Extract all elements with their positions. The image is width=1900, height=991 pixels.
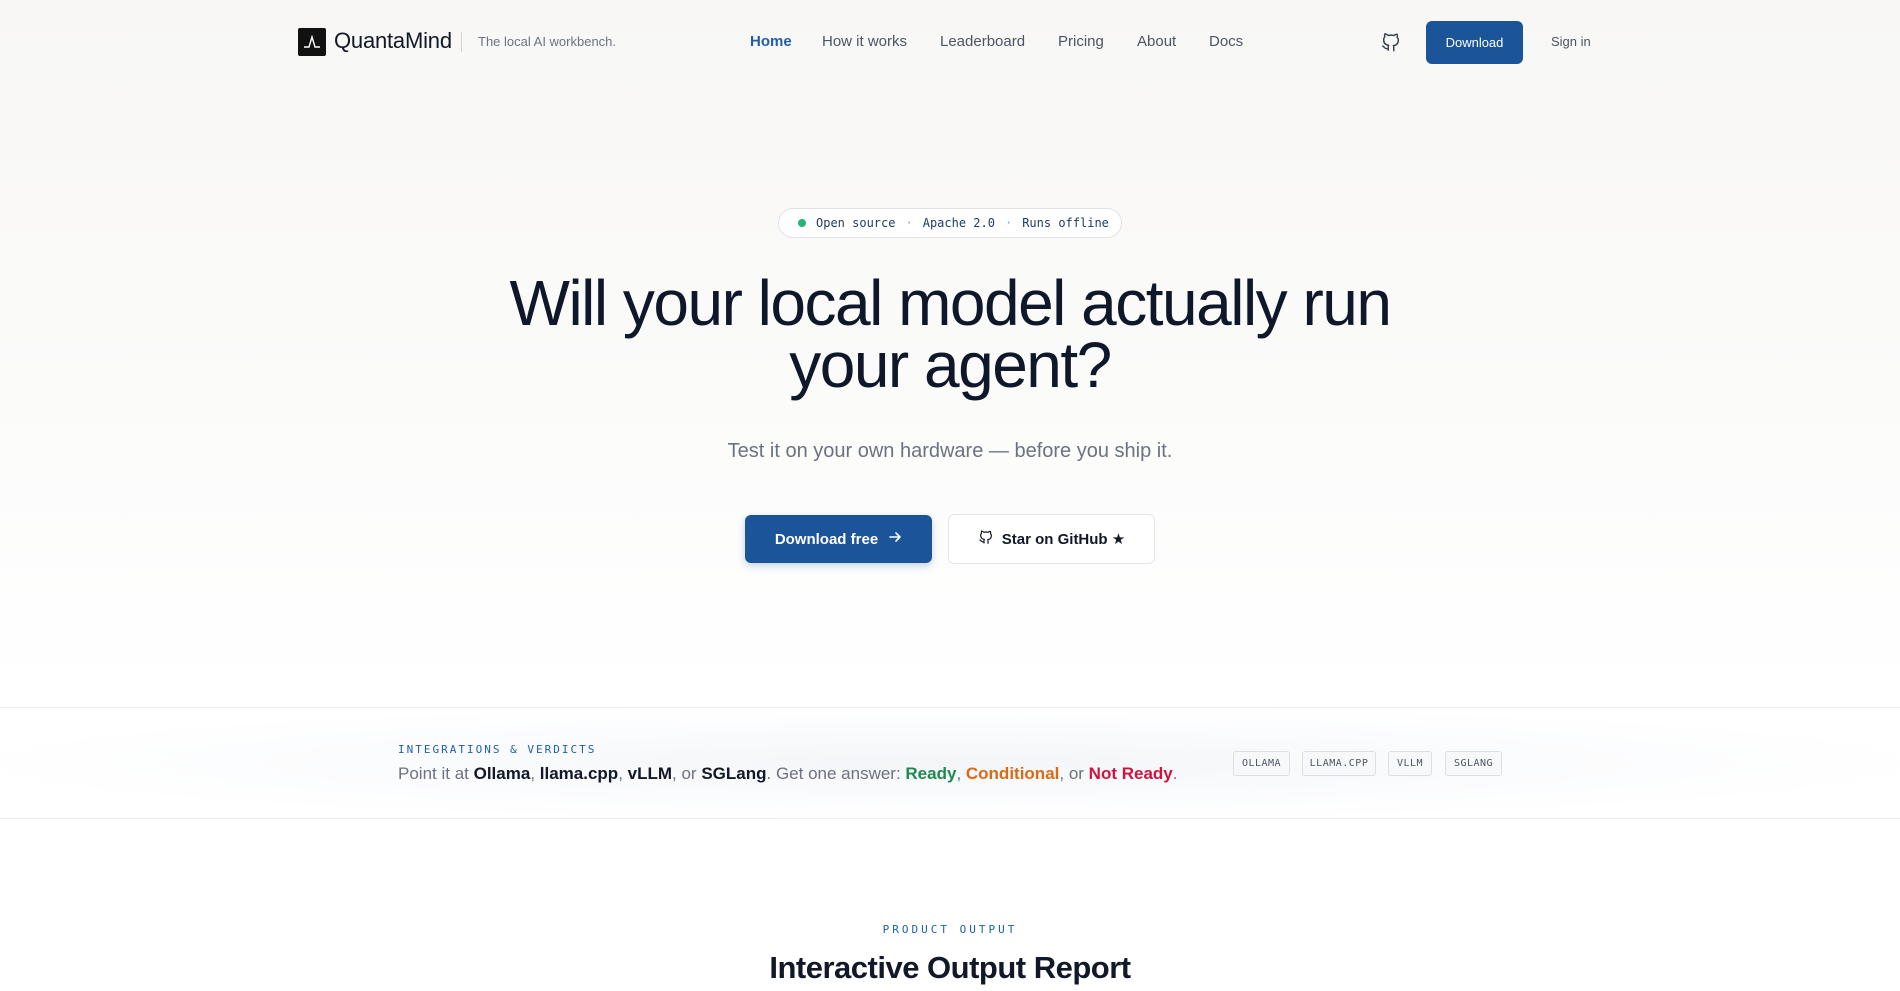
tag-vllm: VLLM <box>1388 751 1432 776</box>
download-button[interactable]: Download <box>1426 21 1523 64</box>
hero-headline: Will your local model actually run your … <box>0 271 1900 397</box>
github-icon[interactable] <box>1380 31 1402 53</box>
integrations-text-mid: . Get one answer: <box>766 764 906 783</box>
pill-license: Apache 2.0 <box>922 216 995 230</box>
engine-ollama: Ollama <box>473 764 531 783</box>
sign-in-link[interactable]: Sign in <box>1551 34 1591 49</box>
github-icon <box>978 529 994 549</box>
pill-separator: · <box>1004 216 1013 230</box>
engine-llamacpp: llama.cpp <box>539 764 619 783</box>
headline-line-2: your agent? <box>789 329 1112 401</box>
verdict-not-ready: Not Ready <box>1088 764 1173 783</box>
download-free-label: Download free <box>774 530 879 548</box>
nav-home[interactable]: Home <box>750 33 792 50</box>
integrations-label: INTEGRATIONS & VERDICTS <box>398 743 597 756</box>
product-output-label: PRODUCT OUTPUT <box>882 923 1018 936</box>
engine-sglang: SGLang <box>701 764 767 783</box>
integrations-text-prefix: Point it at <box>398 764 474 783</box>
integrations-band: INTEGRATIONS & VERDICTS Point it at Olla… <box>0 707 1900 819</box>
star-on-github-label: Star on GitHub ★ <box>1001 531 1126 548</box>
pill-open-source: Open source <box>816 216 896 230</box>
nav-how-it-works[interactable]: How it works <box>822 33 907 50</box>
hero-subhead: Test it on your own hardware — before yo… <box>727 440 1173 462</box>
status-pill: Open source · Apache 2.0 · Runs offline <box>778 208 1122 238</box>
tag-sglang: SGLANG <box>1445 751 1502 776</box>
brand-name[interactable]: QuantaMind <box>334 28 452 54</box>
pill-offline: Runs offline <box>1022 216 1109 230</box>
tag-ollama: OLLAMA <box>1233 751 1290 776</box>
nav-about[interactable]: About <box>1137 33 1176 50</box>
pill-separator: · <box>905 216 913 230</box>
nav-pricing[interactable]: Pricing <box>1058 33 1104 50</box>
verdict-ready: Ready <box>905 764 957 783</box>
verdict-conditional: Conditional <box>965 764 1060 783</box>
site-header: QuantaMind The local AI workbench. Home … <box>0 0 1900 84</box>
tag-llamacpp: LLAMA.CPP <box>1302 751 1376 776</box>
status-dot <box>798 219 806 227</box>
download-free-button[interactable]: Download free <box>745 515 932 563</box>
engine-vllm: vLLM <box>627 764 673 783</box>
brand-tagline: The local AI workbench. <box>478 34 617 49</box>
nav-docs[interactable]: Docs <box>1209 33 1243 50</box>
nav-leaderboard[interactable]: Leaderboard <box>940 33 1025 50</box>
integrations-text: Point it at Ollama, llama.cpp, vLLM, or … <box>398 764 1178 783</box>
product-output-title: Interactive Output Report <box>769 950 1131 985</box>
arrow-right-icon <box>888 530 902 548</box>
star-on-github-button[interactable]: Star on GitHub ★ <box>948 514 1155 564</box>
logo-icon[interactable] <box>298 28 326 56</box>
brand-divider <box>461 32 462 52</box>
